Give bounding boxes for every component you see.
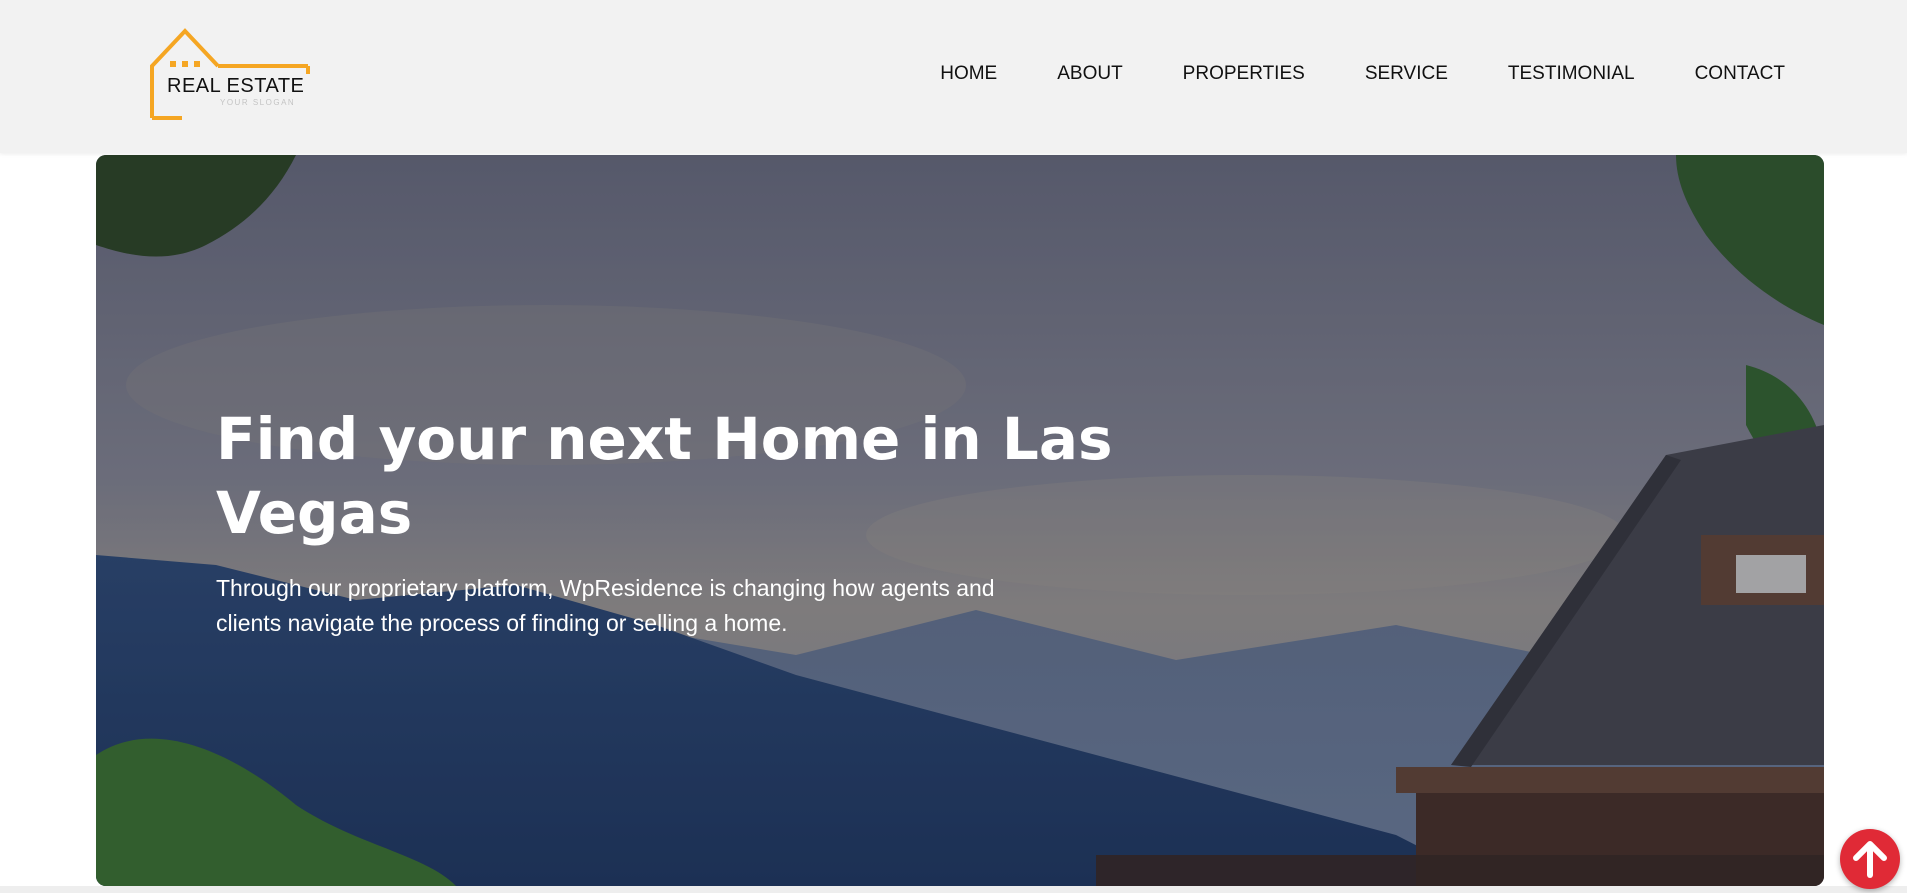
nav-about[interactable]: ABOUT [1057,60,1122,88]
page-bottom-edge [0,886,1907,893]
scroll-to-top-button[interactable] [1840,829,1900,889]
logo-title: REAL ESTATE [167,75,305,97]
site-logo[interactable]: REAL ESTATE YOUR SLOGAN [130,28,312,120]
hero-description: Through our proprietary platform, WpResi… [216,575,995,636]
nav-properties[interactable]: PROPERTIES [1183,60,1305,88]
nav-testimonial[interactable]: TESTIMONIAL [1508,60,1635,88]
hero-title: Find your next Home in Las Vegas [216,405,1113,547]
main-nav: HOME ABOUT PROPERTIES SERVICE TESTIMONIA… [940,60,1785,88]
site-header: REAL ESTATE YOUR SLOGAN HOME ABOUT PROPE… [0,0,1907,153]
hero-section: Find your next Home in Las Vegas Through… [96,155,1824,886]
logo-slogan: YOUR SLOGAN [220,98,296,107]
nav-home[interactable]: HOME [940,60,997,88]
nav-service[interactable]: SERVICE [1365,60,1448,88]
arrow-up-icon [1853,841,1887,878]
nav-contact[interactable]: CONTACT [1695,60,1785,88]
